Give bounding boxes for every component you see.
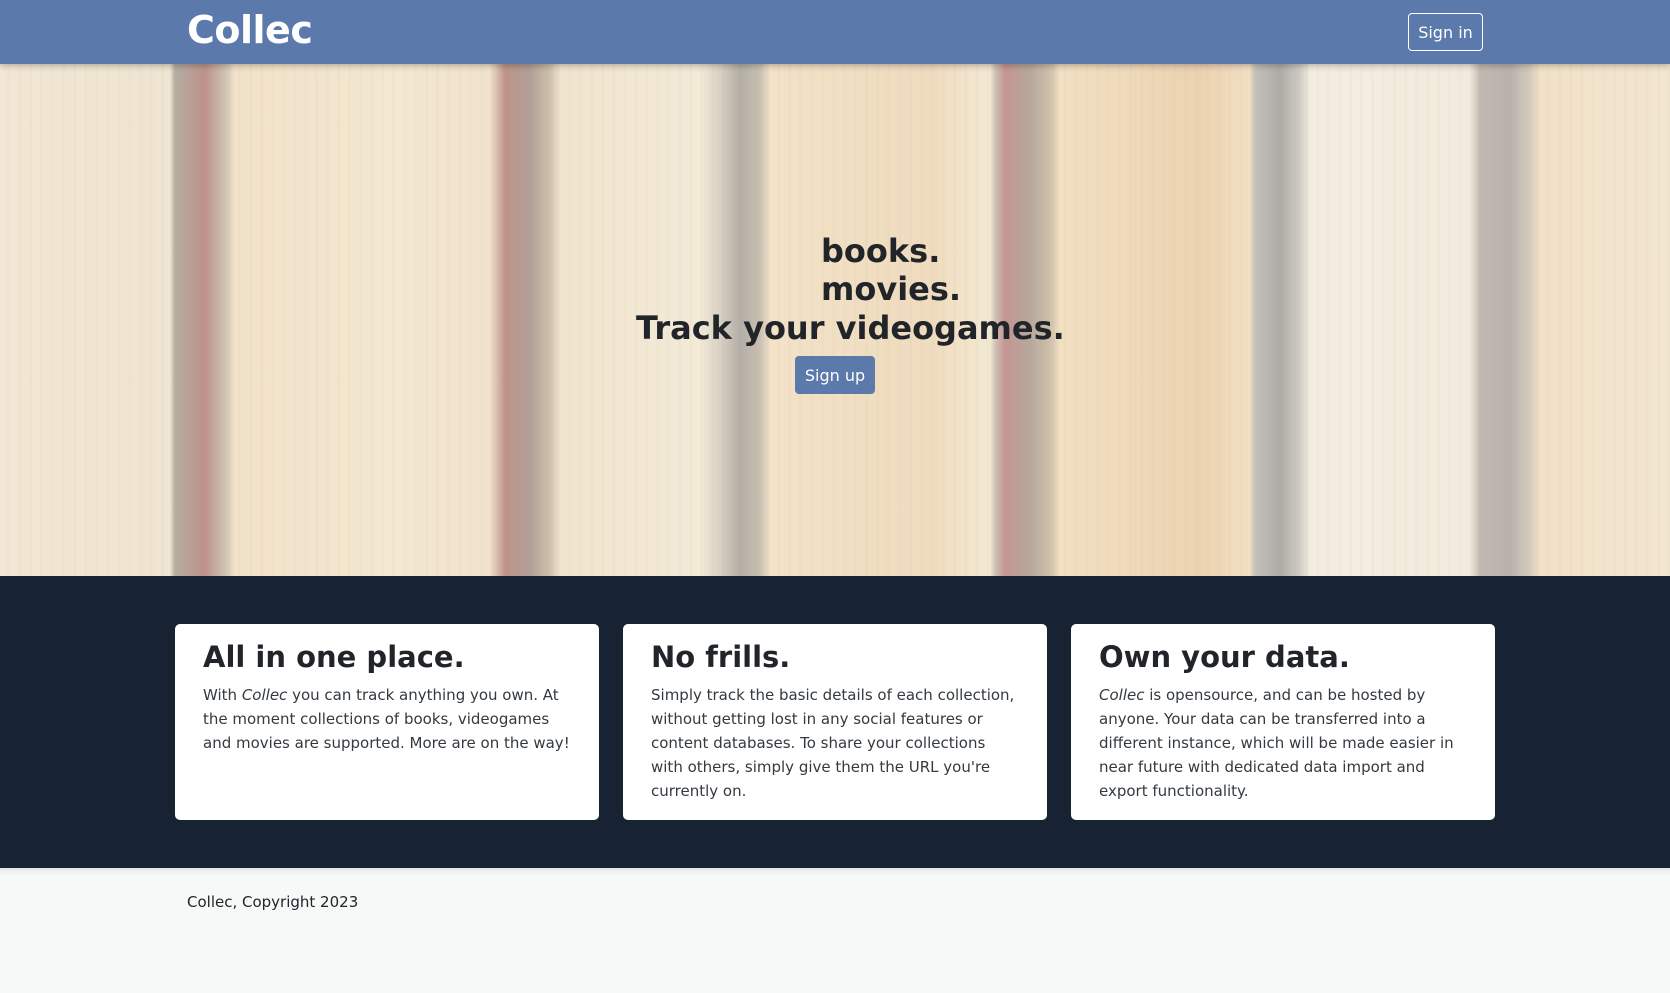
- feature-card-no-frills: No frills. Simply track the basic detail…: [623, 624, 1047, 820]
- copyright-text: Collec, Copyright 2023: [187, 893, 359, 911]
- feature-card-title: No frills.: [651, 640, 791, 674]
- sign-up-button[interactable]: Sign up: [795, 356, 875, 394]
- hero-headline: Track your videogames.: [636, 309, 1065, 347]
- feature-card-own-your-data: Own your data. Collec is opensource, and…: [1071, 624, 1495, 820]
- sign-in-button[interactable]: Sign in: [1408, 13, 1483, 51]
- page-footer: Collec, Copyright 2023: [0, 868, 1670, 993]
- feature-card-text: Collec is opensource, and can be hosted …: [1099, 686, 1454, 800]
- feature-card-title: Own your data.: [1099, 640, 1350, 674]
- feature-card-text: With Collec you can track anything you o…: [203, 686, 570, 752]
- app-name-emphasis: Collec: [1099, 686, 1145, 704]
- feature-card-title: All in one place.: [203, 640, 465, 674]
- brand-logo[interactable]: Collec: [187, 8, 313, 52]
- top-navbar: Collec Sign in: [0, 0, 1670, 64]
- feature-card-text: Simply track the basic details of each c…: [651, 686, 1015, 800]
- feature-card-all-in-one: All in one place. With Collec you can tr…: [175, 624, 599, 820]
- hero-banner: books. movies. Track your videogames. Si…: [0, 64, 1670, 576]
- hero-rotating-word-movies: movies.: [821, 270, 962, 308]
- hero-rotating-word-books: books.: [821, 232, 941, 270]
- features-section: All in one place. With Collec you can tr…: [0, 576, 1670, 868]
- app-name-emphasis: Collec: [241, 686, 288, 704]
